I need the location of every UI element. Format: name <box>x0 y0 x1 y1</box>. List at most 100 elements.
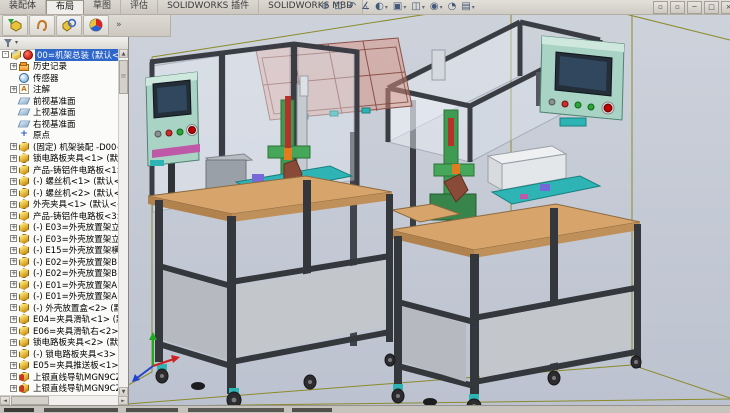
expand-toggle[interactable]: - <box>2 51 9 58</box>
scrollbar-thumb[interactable] <box>119 60 128 94</box>
tree-item[interactable]: +(-) E03=外壳放置架立柱 <box>0 233 119 245</box>
tree-item[interactable]: +(-) 螺丝机<2> (默认<<默 <box>0 187 119 199</box>
expand-toggle[interactable]: + <box>10 316 17 323</box>
tree-item[interactable]: +(-) E02=外壳放置架B<1 <box>0 256 119 268</box>
tree-item[interactable]: +(-) E15=外壳放置架横梁 <box>0 245 119 257</box>
expand-toggle[interactable]: + <box>10 247 17 254</box>
panel-button[interactable] <box>562 101 568 107</box>
tree-item[interactable]: +(-) 外壳放置盒<2> (默认 <box>0 302 119 314</box>
display-style-icon[interactable]: ◫▾ <box>410 1 425 14</box>
tree-item[interactable]: +历史记录 <box>0 61 119 73</box>
tree-item[interactable]: +上银直线导轨MGN9CZ0 <box>0 371 119 383</box>
expand-toggle[interactable]: + <box>10 373 17 380</box>
mate-button[interactable] <box>29 15 55 36</box>
expand-toggle[interactable]: + <box>10 327 17 334</box>
expand-toggle[interactable]: + <box>10 304 17 311</box>
expand-toggle[interactable]: + <box>10 293 17 300</box>
expand-toggle[interactable]: + <box>10 224 17 231</box>
previous-view-icon[interactable]: ↶ <box>347 1 357 14</box>
tree-item[interactable]: +(-) 锁电路板夹具<3> (默 <box>0 348 119 360</box>
tree-item[interactable]: ++原点 <box>0 130 119 142</box>
tab-0[interactable]: 装配体 <box>0 0 46 14</box>
measure-icon[interactable]: ∡ <box>360 1 371 14</box>
right-control-panel[interactable] <box>536 36 624 126</box>
panel-button[interactable] <box>177 129 183 135</box>
zoom-fit-icon[interactable]: ⊕ <box>320 1 330 14</box>
expand-toggle[interactable]: + <box>10 143 17 150</box>
edit-appearance-icon[interactable]: ◔ <box>447 1 458 14</box>
tree-item[interactable]: +E06=夹具滑轨右<2> (默 <box>0 325 119 337</box>
expand-toggle[interactable]: + <box>10 270 17 277</box>
tab-3[interactable]: 评估 <box>121 0 158 14</box>
section-view-icon[interactable]: ◐▾ <box>374 1 389 14</box>
expand-toggle[interactable]: + <box>10 281 17 288</box>
dropdown-arrow-icon[interactable]: ▾ <box>422 4 425 11</box>
expand-toggle[interactable]: + <box>10 178 17 185</box>
tree-item[interactable]: +前视基准面 <box>0 95 119 107</box>
expand-toggle[interactable]: + <box>10 350 17 357</box>
expand-toggle[interactable]: + <box>10 63 17 70</box>
filter-dropdown-arrow-icon[interactable]: ▾ <box>15 39 18 46</box>
edit-appearance-button[interactable] <box>83 15 109 36</box>
tab-2[interactable]: 草图 <box>84 0 121 14</box>
doc-window-button-1[interactable]: ▫ <box>653 1 668 14</box>
emergency-stop-button[interactable] <box>604 104 612 112</box>
tree-item[interactable]: +产品-铸铝件电路板<1> <box>0 164 119 176</box>
tree-item[interactable]: +(-) E02=外壳放置架B<2 <box>0 268 119 280</box>
restore-window-button[interactable]: □ <box>704 1 719 14</box>
tree-vertical-scrollbar[interactable]: ▲ ▼ <box>118 49 128 396</box>
tree-item[interactable]: +A注解 <box>0 84 119 96</box>
doc-window-button-2[interactable]: ▫ <box>670 1 685 14</box>
tree-item[interactable]: +(-) E03=外壳放置架立柱 <box>0 222 119 234</box>
tree-item[interactable]: +(固定) 机架装配 -D00<1 <box>0 141 119 153</box>
hide-show-items-icon[interactable]: ◉▾ <box>429 1 444 14</box>
toolbar-overflow-chevron[interactable]: » <box>116 20 122 30</box>
expand-toggle[interactable]: + <box>10 166 17 173</box>
view-orientation-icon[interactable]: ▣▾ <box>392 1 407 14</box>
dropdown-arrow-icon[interactable]: ▾ <box>440 4 443 11</box>
expand-toggle[interactable]: + <box>10 201 17 208</box>
scroll-right-button[interactable]: ► <box>118 396 128 405</box>
expand-toggle[interactable]: + <box>10 339 17 346</box>
minimize-window-button[interactable]: ─ <box>687 1 702 14</box>
panel-button[interactable] <box>549 99 555 105</box>
apply-scene-icon[interactable]: ▤▾ <box>460 1 475 14</box>
zoom-area-icon[interactable]: ⊡ <box>333 1 343 14</box>
filter-funnel-icon[interactable] <box>3 38 13 48</box>
tree-item[interactable]: +产品-铸铝件电路板<3> <box>0 210 119 222</box>
scrollbar-thumb[interactable] <box>11 396 49 405</box>
tab-4[interactable]: SOLIDWORKS 插件 <box>158 0 259 14</box>
panel-button[interactable] <box>155 131 161 137</box>
tree-item[interactable]: +传感器 <box>0 72 119 84</box>
expand-toggle[interactable]: + <box>10 212 17 219</box>
panel-button[interactable] <box>575 102 581 108</box>
tree-item[interactable]: +外壳夹具<1> (默认<<默 <box>0 199 119 211</box>
expand-toggle[interactable]: + <box>10 155 17 162</box>
dropdown-arrow-icon[interactable]: ▾ <box>472 4 475 11</box>
tree-item[interactable]: +(-) 螺丝机<1> (默认<<默 <box>0 176 119 188</box>
tab-1[interactable]: 布局 <box>46 0 84 14</box>
expand-toggle[interactable]: + <box>10 235 17 242</box>
tree-item[interactable]: +右视基准面 <box>0 118 119 130</box>
tree-item[interactable]: +上视基准面 <box>0 107 119 119</box>
expand-toggle[interactable]: + <box>10 258 17 265</box>
scroll-up-button[interactable]: ▲ <box>119 49 128 58</box>
tree-item[interactable]: -00=机架总装 (默认<显示 <box>0 49 119 61</box>
show-hidden-components-button[interactable] <box>56 15 82 36</box>
expand-toggle[interactable]: + <box>10 362 17 369</box>
scroll-left-button[interactable]: ◄ <box>0 396 10 405</box>
panel-button[interactable] <box>166 130 172 136</box>
tree-item[interactable]: +(-) E01=外壳放置架A<1 <box>0 279 119 291</box>
expand-toggle[interactable]: + <box>10 385 17 392</box>
tree-item[interactable]: +E05=夹具推送板<1>-> <box>0 360 119 372</box>
tree-item[interactable]: +锁电路板夹具<1> (默认 <box>0 153 119 165</box>
expand-toggle[interactable]: + <box>10 86 17 93</box>
emergency-stop-button[interactable] <box>189 127 196 134</box>
dropdown-arrow-icon[interactable]: ▾ <box>385 4 388 11</box>
dropdown-arrow-icon[interactable]: ▾ <box>403 4 406 11</box>
tree-item[interactable]: +上银直线导轨MGN9CZ0 <box>0 383 119 395</box>
tree-item[interactable]: +E04=夹具滑轨<1> (默认 <box>0 314 119 326</box>
tree-item[interactable]: +锁电路板夹具<2> (默认 <box>0 337 119 349</box>
close-window-button[interactable]: × <box>721 1 730 14</box>
expand-toggle[interactable]: + <box>10 189 17 196</box>
